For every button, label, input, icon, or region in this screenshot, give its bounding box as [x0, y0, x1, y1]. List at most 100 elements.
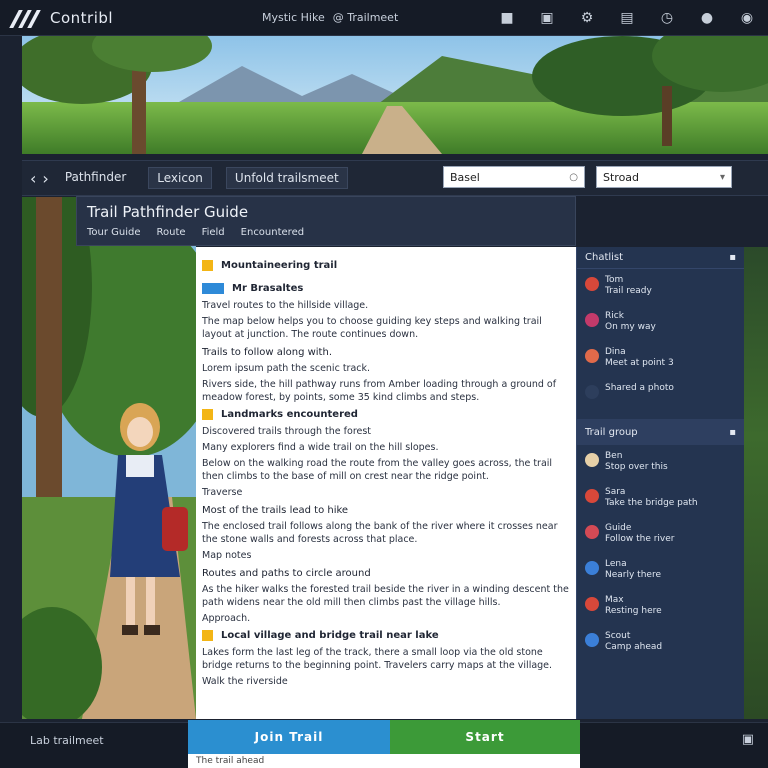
- top-link-1[interactable]: Mystic Hike: [262, 11, 325, 24]
- crumb-2[interactable]: Lexicon: [148, 167, 212, 189]
- chat-text: Guide Follow the river: [605, 523, 675, 545]
- avatar: [585, 561, 599, 575]
- tab-encountered[interactable]: Encountered: [241, 227, 304, 238]
- chat-message: Trail ready: [605, 286, 652, 296]
- hero-banner: [22, 36, 768, 154]
- chat-text: Dina Meet at point 3: [605, 347, 674, 369]
- scene-illustration: [22, 197, 196, 719]
- chat-name: Rick: [605, 311, 624, 321]
- chat-name: Scout: [605, 631, 631, 641]
- avatar: [585, 385, 599, 399]
- chat-item[interactable]: Lena Nearly there: [577, 553, 744, 589]
- doc-paragraph: The enclosed trail follows along the ban…: [202, 521, 558, 545]
- avatar: [585, 633, 599, 647]
- section-main-label: Mr Brasaltes: [232, 283, 304, 294]
- join-trail-button[interactable]: Join Trail: [188, 720, 390, 754]
- section-main: Mr Brasaltes: [202, 282, 570, 295]
- doc-subheading: Trails to follow along with.: [202, 347, 332, 358]
- expand-icon[interactable]: ▣: [742, 732, 754, 747]
- chat-message: Resting here: [605, 606, 662, 616]
- chat-message: Shared a photo: [605, 383, 674, 393]
- tab-tour-guide[interactable]: Tour Guide: [87, 227, 141, 238]
- heading-tabs: Tour Guide Route Field Encountered: [87, 227, 565, 238]
- chat-item[interactable]: Scout Camp ahead: [577, 625, 744, 661]
- chat-name: Guide: [605, 523, 632, 533]
- crumb-3[interactable]: Unfold trailsmeet: [225, 167, 348, 189]
- doc-paragraph: Travel routes to the hillside village.: [202, 300, 369, 311]
- chat-group-header[interactable]: Trail group ▪: [577, 419, 744, 445]
- chat-item[interactable]: Tom Trail ready: [577, 269, 744, 305]
- section-two-label: Landmarks encountered: [221, 409, 358, 420]
- yellow-square-icon: [202, 260, 213, 271]
- landscape-image: [22, 36, 768, 154]
- section-two: Landmarks encountered: [202, 408, 570, 421]
- top-link-2[interactable]: @ Trailmeet: [333, 11, 399, 24]
- doc-paragraph: Traverse: [202, 487, 243, 498]
- section-three-label: Local village and bridge trail near lake: [221, 630, 439, 641]
- top-tag-label: Mountaineering trail: [221, 260, 338, 271]
- yellow-square-icon: [202, 409, 213, 420]
- select-two-value: Stroad: [603, 170, 640, 184]
- chat-item[interactable]: Max Resting here: [577, 589, 744, 625]
- top-icons: ■ ▣ ⚙ ▤ ◷ ● ◉: [496, 7, 758, 29]
- more-icon[interactable]: ▪: [729, 252, 736, 263]
- chat-item[interactable]: Sara Take the bridge path: [577, 481, 744, 517]
- chat-text: Tom Trail ready: [605, 275, 652, 297]
- chat-message: Camp ahead: [605, 642, 663, 652]
- doc-subheading: Routes and paths to circle around: [202, 568, 371, 579]
- forward-arrow-icon[interactable]: ›: [42, 169, 48, 188]
- chat-item[interactable]: Shared a photo: [577, 377, 744, 413]
- select-one-value: Basel: [450, 170, 480, 184]
- chat-panel: Chatlist ▪ Tom Trail ready Rick On my way Di…: [576, 247, 744, 719]
- avatar: [585, 597, 599, 611]
- yellow-square-icon: [202, 630, 213, 641]
- chat-item[interactable]: Ben Stop over this: [577, 445, 744, 481]
- clock-icon[interactable]: ◷: [656, 7, 678, 29]
- doc-paragraph: The map below helps you to choose guidin…: [202, 316, 542, 340]
- avatar: [585, 313, 599, 327]
- tab-field[interactable]: Field: [202, 227, 225, 238]
- document-panel: Mountaineering trail Mr Brasaltes Travel…: [196, 247, 576, 719]
- select-one[interactable]: Basel ○: [443, 166, 585, 188]
- book-icon[interactable]: ▤: [616, 7, 638, 29]
- character-image: [22, 197, 196, 719]
- chat-item[interactable]: Dina Meet at point 3: [577, 341, 744, 377]
- chat-list: Ben Stop over this Sara Take the bridge pat…: [577, 445, 744, 661]
- blue-tag-icon: [202, 283, 224, 294]
- chat-message: Take the bridge path: [605, 498, 698, 508]
- avatar: [585, 489, 599, 503]
- logo-icon: [9, 8, 44, 28]
- chat-name: Tom: [605, 275, 624, 285]
- crumb-1[interactable]: Pathfinder: [57, 167, 134, 189]
- doc-paragraph: Many explorers find a wide trail on the …: [202, 442, 439, 453]
- chat-panel-header: Chatlist ▪: [577, 247, 744, 269]
- chat-item[interactable]: Guide Follow the river: [577, 517, 744, 553]
- chat-name: Ben: [605, 451, 623, 461]
- tab-route[interactable]: Route: [157, 227, 186, 238]
- bookmark-icon[interactable]: ▣: [536, 7, 558, 29]
- chat-group-label: Trail group: [585, 426, 638, 438]
- more-icon[interactable]: ▪: [729, 427, 736, 438]
- start-button[interactable]: Start: [390, 720, 580, 754]
- chat-text: Ben Stop over this: [605, 451, 668, 473]
- bottom-strip: The trail ahead: [188, 754, 580, 768]
- avatar: [585, 277, 599, 291]
- gear-icon[interactable]: ⚙: [576, 7, 598, 29]
- chevron-down-icon: ○: [569, 171, 578, 183]
- settings-icon[interactable]: ◉: [736, 7, 758, 29]
- chat-name: Dina: [605, 347, 626, 357]
- chat-list: Tom Trail ready Rick On my way Dina Meet at p…: [577, 269, 744, 413]
- top-tag: Mountaineering trail: [202, 259, 570, 272]
- back-arrow-icon[interactable]: ‹: [30, 169, 36, 188]
- doc-paragraph: Lorem ipsum path the scenic track.: [202, 363, 371, 374]
- select-two[interactable]: Stroad ▾: [596, 166, 732, 188]
- chat-text: Sara Take the bridge path: [605, 487, 698, 509]
- flag-icon[interactable]: ■: [496, 7, 518, 29]
- chat-message: Stop over this: [605, 462, 668, 472]
- chat-item[interactable]: Rick On my way: [577, 305, 744, 341]
- avatar-icon[interactable]: ●: [696, 7, 718, 29]
- heading-card: Trail Pathfinder Guide Tour Guide Route …: [76, 196, 576, 246]
- chevron-down-icon: ▾: [719, 171, 725, 183]
- doc-paragraph: As the hiker walks the forested trail be…: [202, 584, 569, 608]
- doc-paragraph: Walk the riverside: [202, 676, 288, 687]
